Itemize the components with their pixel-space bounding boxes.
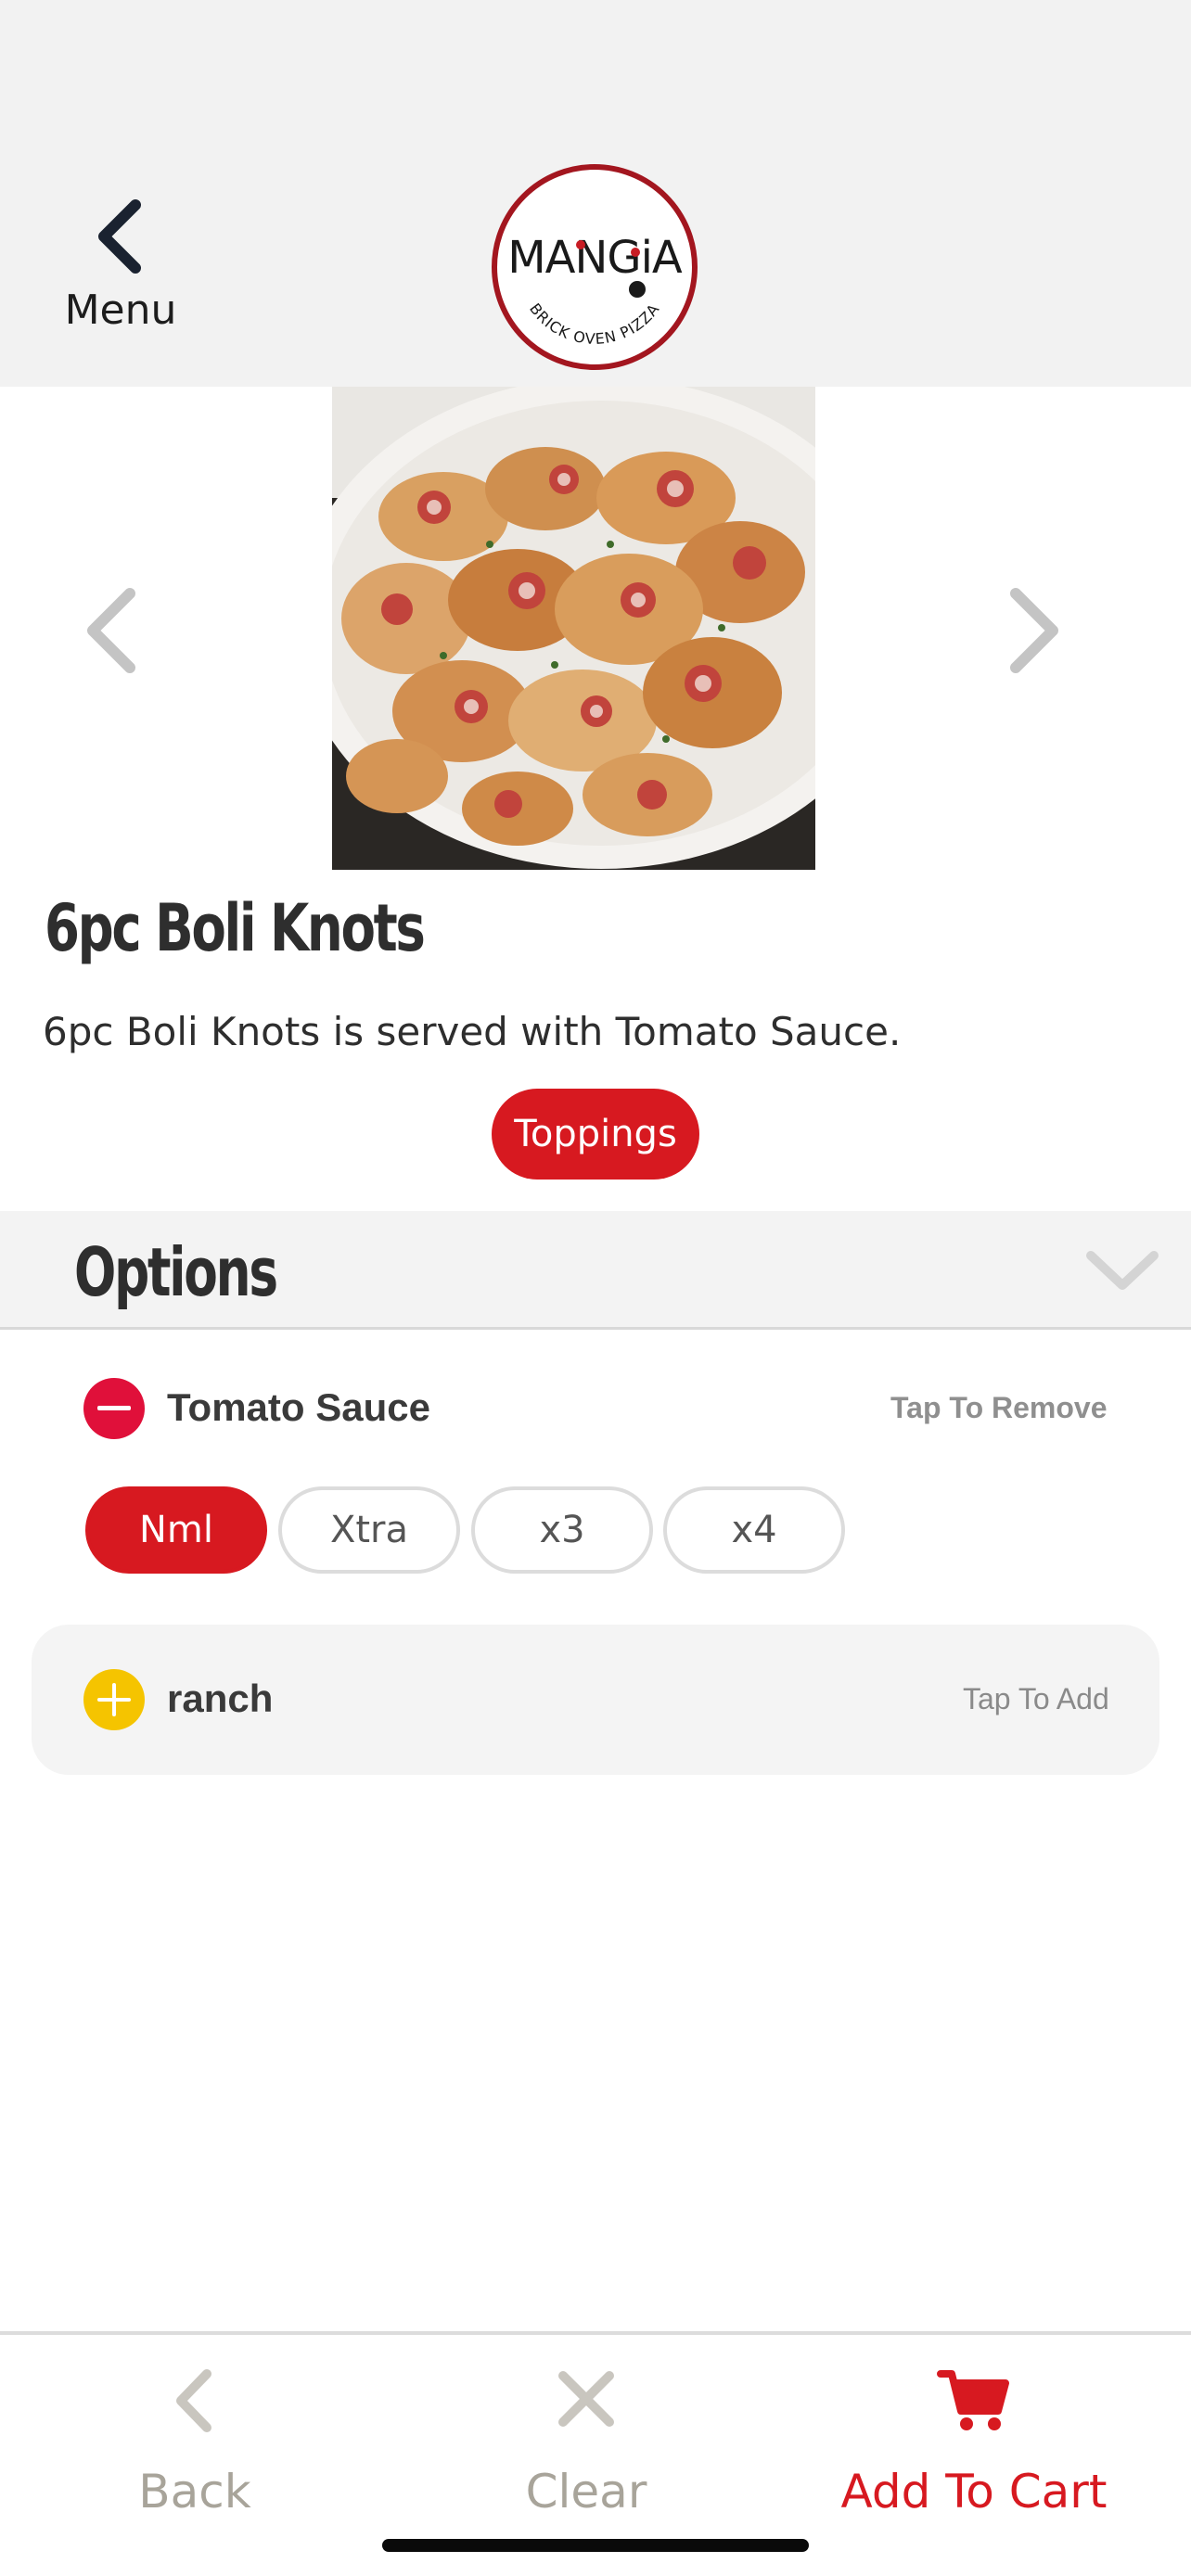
quantity-option-x3[interactable]: x3 (471, 1486, 653, 1574)
option-ranch[interactable]: ranch Tap To Add (32, 1625, 1159, 1775)
chevron-left-icon (176, 2369, 211, 2432)
carousel-next-button[interactable] (997, 575, 1071, 686)
option-name: ranch (167, 1677, 274, 1720)
carousel-prev-button[interactable] (74, 575, 148, 686)
clear-tab-label: Clear (525, 2465, 647, 2519)
product-title: 6pc Boli Knots (45, 890, 426, 966)
chevron-down-icon[interactable] (1085, 1248, 1159, 1294)
options-section-header[interactable]: Options (0, 1211, 1191, 1330)
toppings-button[interactable]: Toppings (492, 1089, 699, 1180)
quantity-option-x4[interactable]: x4 (663, 1486, 845, 1574)
brand-logo: MANGiA BRICK OVEN PIZZA (487, 159, 702, 375)
add-to-cart-label: Add To Cart (840, 2465, 1108, 2519)
logo-wordmark: MANGiA (507, 232, 683, 284)
option-name: Tomato Sauce (167, 1385, 430, 1429)
minus-circle-icon[interactable] (83, 1378, 145, 1439)
header: Menu MANGiA BRICK OVEN PIZZA (0, 0, 1191, 387)
x-icon (558, 2371, 614, 2427)
back-tab-button[interactable]: Back (56, 2335, 334, 2539)
home-indicator (382, 2539, 809, 2552)
clear-tab-button[interactable]: Clear (447, 2335, 725, 2539)
quantity-option-nml[interactable]: Nml (85, 1486, 267, 1574)
quantity-option-xtra[interactable]: Xtra (278, 1486, 460, 1574)
menu-back-button[interactable]: Menu (46, 199, 195, 366)
options-title: Options (74, 1233, 278, 1311)
add-to-cart-button[interactable]: Add To Cart (816, 2335, 1132, 2539)
option-action[interactable]: Tap To Remove (890, 1391, 1108, 1425)
product-image (332, 387, 815, 870)
chevron-left-icon (98, 199, 141, 274)
menu-back-label: Menu (64, 287, 177, 334)
cart-icon (937, 2370, 1009, 2430)
option-action[interactable]: Tap To Add (963, 1682, 1109, 1716)
product-description: 6pc Boli Knots is served with Tomato Sau… (43, 1009, 902, 1054)
back-tab-label: Back (138, 2465, 251, 2519)
plus-circle-icon[interactable] (83, 1669, 145, 1730)
